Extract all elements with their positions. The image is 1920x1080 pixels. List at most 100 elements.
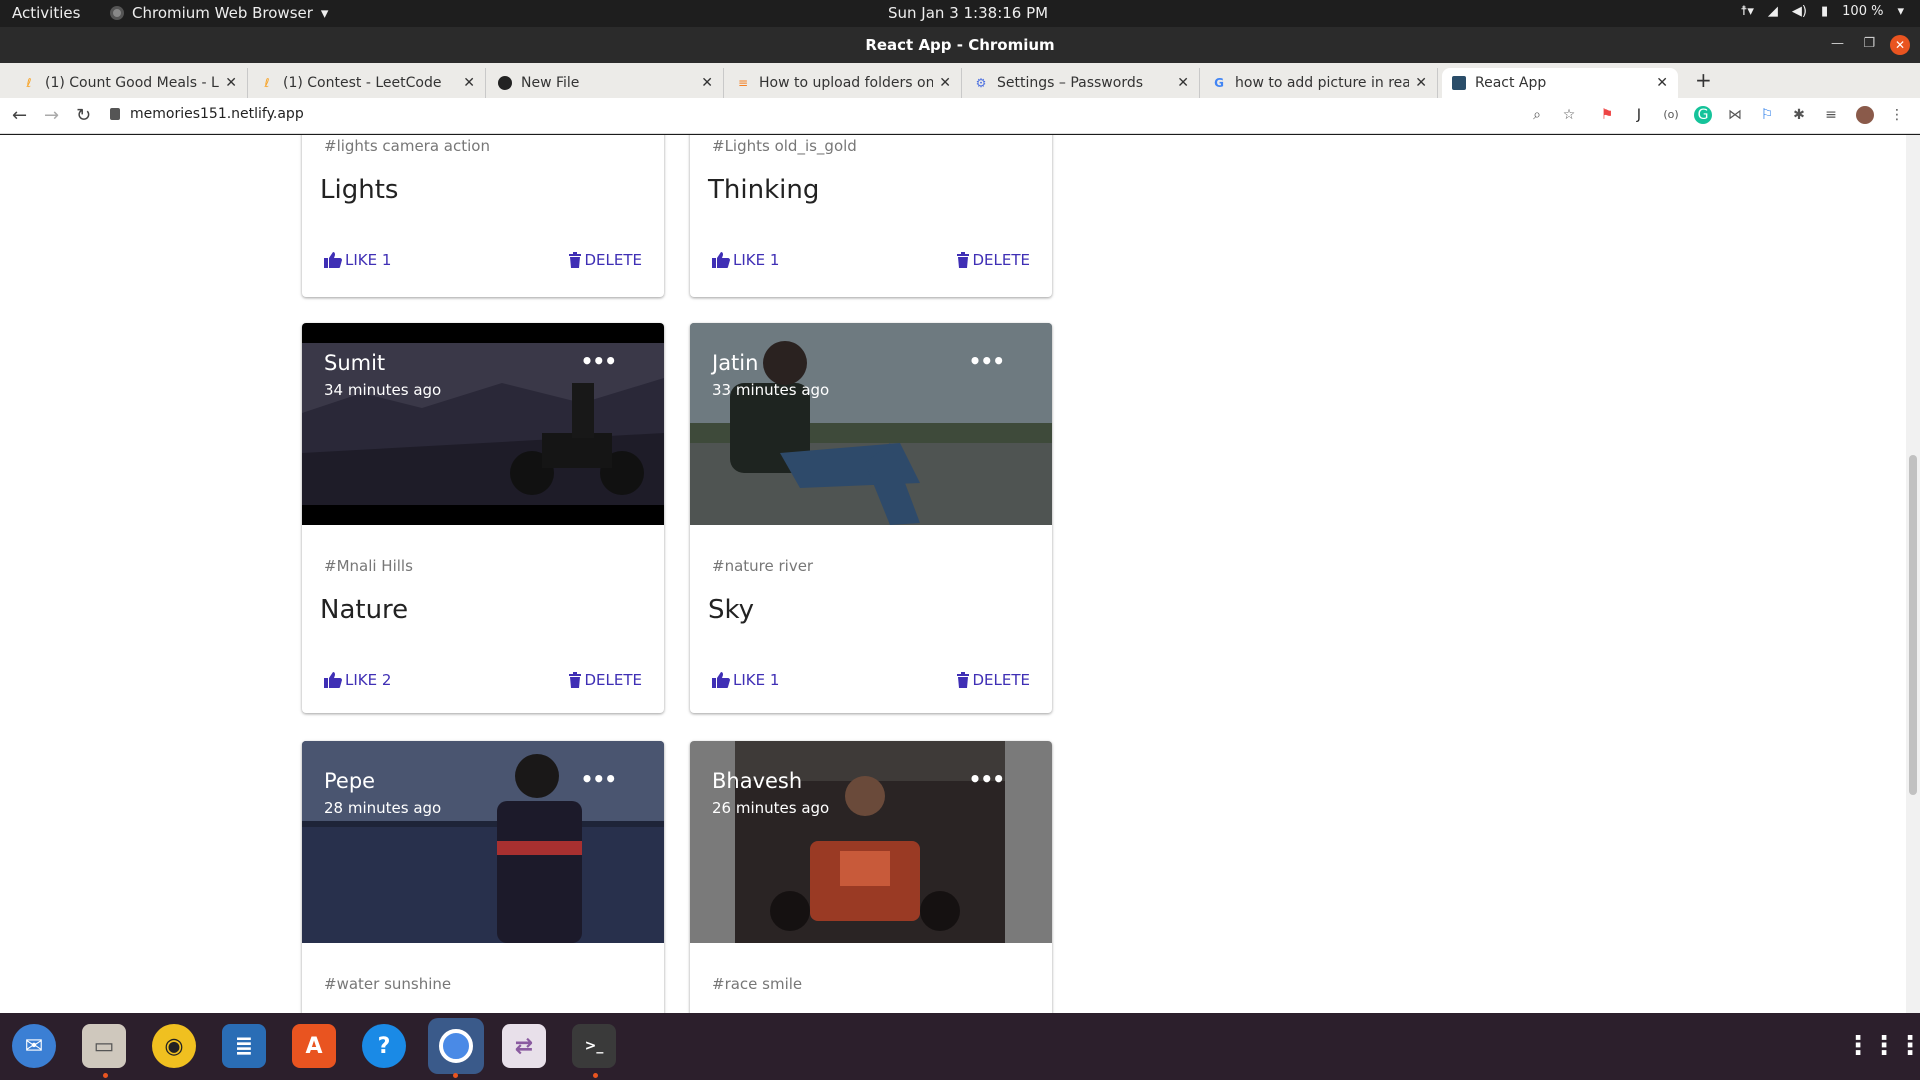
- puzzle-icon[interactable]: ✱: [1790, 106, 1808, 124]
- reload-icon[interactable]: ↻: [76, 105, 91, 126]
- address-bar[interactable]: memories151.netlify.app: [110, 106, 304, 122]
- back-icon[interactable]: ←: [12, 105, 27, 126]
- menu-icon[interactable]: ⋮: [1888, 106, 1906, 124]
- close-window-button[interactable]: ✕: [1890, 35, 1910, 55]
- activities-button[interactable]: Activities: [12, 4, 80, 22]
- rhythmbox-icon[interactable]: ◉: [152, 1024, 196, 1068]
- minimize-icon[interactable]: —: [1831, 36, 1844, 51]
- zoom-icon[interactable]: ⌕: [1528, 106, 1546, 124]
- media-icon[interactable]: ≡: [1822, 106, 1840, 124]
- battery-icon: ▮: [1821, 4, 1829, 19]
- google-icon: G: [1214, 76, 1224, 90]
- tab-google-search[interactable]: G how to add picture in rea ✕: [1202, 68, 1438, 98]
- delete-button[interactable]: DELETE: [957, 251, 1030, 269]
- close-tab-icon[interactable]: ✕: [939, 75, 951, 91]
- close-tab-icon[interactable]: ✕: [1415, 75, 1427, 91]
- extension-icon[interactable]: J: [1630, 106, 1648, 124]
- memory-card: Pepe 28 minutes ago ••• #water sunshine: [302, 741, 664, 1013]
- tab-contest-leetcode[interactable]: ℓ (1) Contest - LeetCode ✕: [250, 68, 486, 98]
- delete-label: DELETE: [972, 251, 1030, 269]
- thumb-up-icon: [712, 252, 730, 268]
- thunderbird-icon[interactable]: ✉: [12, 1024, 56, 1068]
- tab-label: (1) Contest - LeetCode: [283, 75, 442, 91]
- help-icon[interactable]: ?: [362, 1024, 406, 1068]
- tab-react-app[interactable]: React App ✕: [1442, 68, 1678, 98]
- page-viewport: #lights camera action Lights LIKE 1 DELE…: [0, 135, 1920, 1013]
- new-tab-button[interactable]: +: [1695, 68, 1712, 92]
- delete-button[interactable]: DELETE: [957, 671, 1030, 689]
- extension-icon[interactable]: ⋈: [1726, 106, 1744, 124]
- extension-icon[interactable]: ⚑: [1598, 106, 1616, 124]
- tab-label: New File: [521, 75, 580, 91]
- tab-new-file[interactable]: New File ✕: [488, 68, 724, 98]
- memory-card: Sumit 34 minutes ago ••• #Mnali Hills Na…: [302, 323, 664, 713]
- clock[interactable]: Sun Jan 3 1:38:16 PM: [888, 4, 1048, 22]
- like-button[interactable]: LIKE 1: [712, 251, 779, 269]
- memory-card: Bhavesh 26 minutes ago ••• #race smile: [690, 741, 1052, 1013]
- like-button[interactable]: LIKE 2: [324, 671, 391, 689]
- extension-icon[interactable]: (o): [1662, 106, 1680, 124]
- running-indicator: [103, 1073, 108, 1078]
- delete-button[interactable]: DELETE: [569, 671, 642, 689]
- more-options-icon[interactable]: •••: [969, 767, 1005, 791]
- avatar[interactable]: [1856, 106, 1874, 124]
- trash-icon: [569, 672, 582, 688]
- close-tab-icon[interactable]: ✕: [1177, 75, 1189, 91]
- like-label: LIKE 1: [345, 251, 392, 269]
- window-title-bar[interactable]: React App - Chromium — ❐ ✕: [0, 27, 1920, 63]
- more-options-icon[interactable]: •••: [969, 349, 1005, 373]
- like-button[interactable]: LIKE 1: [324, 251, 391, 269]
- files-icon[interactable]: ▭: [82, 1024, 126, 1068]
- thumb-up-icon: [324, 252, 342, 268]
- app-menu-label: Chromium Web Browser: [132, 4, 313, 22]
- close-tab-icon[interactable]: ✕: [1656, 75, 1668, 91]
- close-tab-icon[interactable]: ✕: [463, 75, 475, 91]
- tab-label: Settings – Passwords: [997, 75, 1144, 91]
- tab-count-good-meals[interactable]: ℓ (1) Count Good Meals - Le ✕: [12, 68, 248, 98]
- tab-upload-folders[interactable]: ≡ How to upload folders on ✕: [726, 68, 962, 98]
- card-tags: #Mnali Hills: [324, 557, 413, 575]
- card-time: 28 minutes ago: [324, 799, 442, 817]
- url-text: memories151.netlify.app: [130, 106, 304, 122]
- thumb-up-icon: [324, 672, 342, 688]
- battery-percent: 100 %: [1842, 4, 1884, 19]
- volume-icon: ◀): [1791, 4, 1807, 19]
- tab-settings-passwords[interactable]: ⚙ Settings – Passwords ✕: [964, 68, 1200, 98]
- more-options-icon[interactable]: •••: [581, 767, 617, 791]
- grammarly-icon[interactable]: G: [1694, 106, 1712, 124]
- chevron-down-icon: ▾: [320, 4, 329, 22]
- card-tags: #race smile: [712, 975, 803, 993]
- close-tab-icon[interactable]: ✕: [701, 75, 713, 91]
- accessibility-icon[interactable]: ☨▾: [1740, 4, 1754, 19]
- forward-icon[interactable]: →: [44, 105, 59, 126]
- trash-icon: [569, 252, 582, 268]
- bookmark-star-icon[interactable]: ☆: [1560, 106, 1578, 124]
- stackoverflow-icon: ≡: [737, 76, 749, 90]
- settings-toggle-icon[interactable]: ⇄: [502, 1024, 546, 1068]
- extension-icon[interactable]: ⚐: [1758, 106, 1776, 124]
- terminal-icon[interactable]: >_: [572, 1024, 616, 1068]
- like-button[interactable]: LIKE 1: [712, 671, 779, 689]
- leetcode-icon: ℓ: [264, 76, 270, 90]
- more-options-icon[interactable]: •••: [581, 349, 617, 373]
- app-grid-icon[interactable]: ⋮⋮⋮: [1845, 1024, 1920, 1068]
- delete-button[interactable]: DELETE: [569, 251, 642, 269]
- tab-strip: ℓ (1) Count Good Meals - Le ✕ ℓ (1) Cont…: [0, 63, 1920, 98]
- software-center-icon[interactable]: A: [292, 1024, 336, 1068]
- page-scrollbar[interactable]: [1906, 135, 1920, 1013]
- writer-icon[interactable]: ≣: [222, 1024, 266, 1068]
- chromium-icon: [110, 6, 124, 20]
- gear-icon: ⚙: [975, 76, 987, 90]
- memory-card: #Lights old_is_gold Thinking LIKE 1 DELE…: [690, 135, 1052, 297]
- trash-icon: [957, 672, 970, 688]
- system-tray[interactable]: ☨▾ ◢ ◀) ▮ 100 % ▾: [1740, 4, 1904, 19]
- close-tab-icon[interactable]: ✕: [225, 75, 237, 91]
- tab-label: how to add picture in rea: [1235, 75, 1410, 91]
- scrollbar-thumb[interactable]: [1909, 455, 1917, 795]
- maximize-icon[interactable]: ❐: [1863, 36, 1875, 51]
- app-menu[interactable]: Chromium Web Browser ▾: [110, 4, 328, 22]
- tab-label: React App: [1475, 75, 1547, 91]
- chromium-icon[interactable]: [428, 1018, 484, 1074]
- card-author: Bhavesh: [712, 769, 803, 793]
- tab-label: (1) Count Good Meals - Le: [45, 75, 220, 91]
